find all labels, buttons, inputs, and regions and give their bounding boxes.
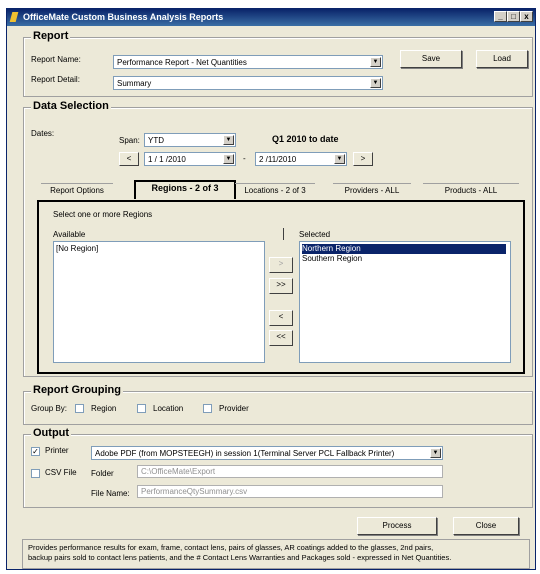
tab-regions[interactable]: Regions - 2 of 3 xyxy=(134,180,236,199)
report-detail-label: Report Detail: xyxy=(31,75,80,84)
remove-region-button[interactable]: < xyxy=(269,310,293,326)
save-button[interactable]: Save xyxy=(400,50,462,68)
file-name-field[interactable]: PerformanceQtySummary.csv xyxy=(137,485,443,498)
report-name-label: Report Name: xyxy=(31,55,81,64)
available-regions-list[interactable]: [No Region] xyxy=(53,241,265,363)
start-date-picker[interactable]: 1 / 1 /2010 ▼ xyxy=(144,152,236,166)
tab-report-options[interactable]: Report Options xyxy=(41,183,113,198)
chevron-down-icon: ▼ xyxy=(223,154,234,164)
description-line-1: Provides performance results for exam, f… xyxy=(28,543,434,552)
provider-checkbox-label: Provider xyxy=(219,404,249,413)
region-checkbox-label: Region xyxy=(91,404,117,413)
data-selection-title: Data Selection xyxy=(31,100,111,112)
report-name-select[interactable]: Performance Report - Net Quantities ▼ xyxy=(113,55,383,69)
output-title: Output xyxy=(31,427,72,439)
chevron-down-icon: ▼ xyxy=(223,135,234,145)
list-item[interactable]: Northern Region xyxy=(302,244,506,254)
printer-select[interactable]: Adobe PDF (from MOPSTEEGH) in session 1(… xyxy=(91,446,443,460)
report-detail-select[interactable]: Summary ▼ xyxy=(113,76,383,90)
available-label: Available xyxy=(53,230,86,239)
group-by-label: Group By: xyxy=(31,404,68,413)
file-name-label: File Name: xyxy=(91,489,130,498)
selected-label: Selected xyxy=(299,230,331,239)
report-grouping-title: Report Grouping xyxy=(31,384,123,396)
csv-file-label: CSV File xyxy=(45,468,77,477)
span-label: Span: xyxy=(119,136,140,145)
prev-period-button[interactable]: < xyxy=(119,152,139,166)
regions-instruction: Select one or more Regions xyxy=(53,210,153,219)
column-divider xyxy=(283,228,284,240)
list-item[interactable]: [No Region] xyxy=(56,244,98,254)
window-title: OfficeMate Custom Business Analysis Repo… xyxy=(23,12,224,22)
location-checkbox-label: Location xyxy=(153,404,184,413)
next-period-button[interactable]: > xyxy=(353,152,373,166)
close-window-button[interactable]: x xyxy=(520,11,533,22)
selected-regions-list[interactable]: Northern Region Southern Region xyxy=(299,241,511,363)
chevron-down-icon: ▼ xyxy=(370,57,381,67)
dates-label: Dates: xyxy=(31,129,55,138)
app-icon xyxy=(9,12,19,22)
period-text: Q1 2010 to date xyxy=(272,134,339,144)
process-button[interactable]: Process xyxy=(357,517,437,535)
chevron-down-icon: ▼ xyxy=(370,78,381,88)
printer-label: Printer xyxy=(45,446,69,455)
report-window: OfficeMate Custom Business Analysis Repo… xyxy=(6,8,536,570)
chevron-down-icon: ▼ xyxy=(430,448,441,458)
add-region-button[interactable]: > xyxy=(269,257,293,273)
region-checkbox[interactable] xyxy=(75,404,84,413)
report-group-title: Report xyxy=(31,30,71,42)
date-range-dash: - xyxy=(243,154,246,163)
tab-strip: Report Options Regions - 2 of 3 Location… xyxy=(37,180,527,201)
description-line-2: backup pairs sold to contact lens patien… xyxy=(28,553,452,562)
list-item[interactable]: Southern Region xyxy=(302,254,362,264)
maximize-button[interactable]: □ xyxy=(507,11,520,22)
location-checkbox[interactable] xyxy=(137,404,146,413)
tab-providers[interactable]: Providers - ALL xyxy=(333,183,411,198)
report-description: Provides performance results for exam, f… xyxy=(22,539,530,569)
regions-panel: Select one or more Regions Available Sel… xyxy=(37,200,525,374)
chevron-down-icon: ▼ xyxy=(334,154,345,164)
tab-products[interactable]: Products - ALL xyxy=(423,183,519,198)
load-button[interactable]: Load xyxy=(476,50,528,68)
provider-checkbox[interactable] xyxy=(203,404,212,413)
folder-field[interactable]: C:\OfficeMate\Export xyxy=(137,465,443,478)
add-all-regions-button[interactable]: >> xyxy=(269,278,293,294)
close-button[interactable]: Close xyxy=(453,517,519,535)
remove-all-regions-button[interactable]: << xyxy=(269,330,293,346)
minimize-button[interactable]: _ xyxy=(494,11,507,22)
title-bar: OfficeMate Custom Business Analysis Repo… xyxy=(7,9,535,26)
csv-file-checkbox[interactable] xyxy=(31,469,40,478)
tab-locations[interactable]: Locations - 2 of 3 xyxy=(235,183,315,198)
folder-label: Folder xyxy=(91,469,114,478)
end-date-picker[interactable]: 2 /11/2010 ▼ xyxy=(255,152,347,166)
printer-checkbox[interactable]: ✓ xyxy=(31,447,40,456)
span-select[interactable]: YTD ▼ xyxy=(144,133,236,147)
